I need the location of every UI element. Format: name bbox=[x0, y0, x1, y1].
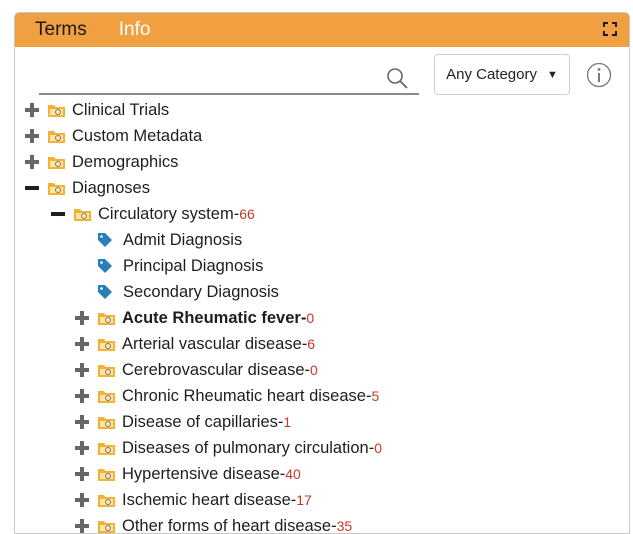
terms-panel: Terms Info Any Category ▼ Clinic bbox=[14, 12, 630, 534]
tree-item-diseases-of-pulmonary-circulation[interactable]: Diseases of pulmonary circulation - 0 bbox=[75, 435, 382, 461]
tree-item-label: Other forms of heart disease bbox=[122, 517, 331, 534]
collapse-minus-icon[interactable] bbox=[51, 207, 65, 221]
tree-leaf-admit-diagnosis[interactable]: Admit Diagnosis bbox=[97, 227, 242, 253]
term-count: 6 bbox=[307, 336, 315, 352]
term-count: 0 bbox=[310, 362, 318, 378]
collapse-minus-icon[interactable] bbox=[25, 181, 39, 195]
tab-info[interactable]: Info bbox=[113, 19, 157, 41]
expand-plus-icon[interactable] bbox=[75, 467, 89, 481]
info-icon[interactable] bbox=[586, 62, 612, 88]
folder-icon bbox=[97, 492, 116, 508]
expand-plus-icon[interactable] bbox=[75, 337, 89, 351]
tree-leaf-label: Admit Diagnosis bbox=[123, 231, 242, 250]
tree-item-cerebrovascular-disease[interactable]: Cerebrovascular disease - 0 bbox=[75, 357, 318, 383]
folder-icon bbox=[47, 180, 66, 196]
tree-item-label: Disease of capillaries bbox=[122, 413, 278, 432]
tree-item-label: Demographics bbox=[72, 153, 178, 172]
tree-item-label: Diagnoses bbox=[72, 179, 150, 198]
folder-icon bbox=[47, 128, 66, 144]
tree-item-label: Diseases of pulmonary circulation bbox=[122, 439, 369, 458]
tree-item-ischemic-heart-disease[interactable]: Ischemic heart disease - 17 bbox=[75, 487, 312, 513]
folder-icon bbox=[97, 388, 116, 404]
category-select-value: Any Category bbox=[446, 66, 537, 83]
search-input[interactable] bbox=[39, 63, 373, 93]
tree-item-label: Circulatory system bbox=[98, 205, 234, 224]
folder-icon bbox=[97, 310, 116, 326]
tree-item-demographics[interactable]: Demographics bbox=[25, 149, 178, 175]
tree-item-label: Custom Metadata bbox=[72, 127, 202, 146]
search-field bbox=[39, 63, 419, 95]
folder-icon bbox=[97, 440, 116, 456]
tree-item-label: Hypertensive disease bbox=[122, 465, 280, 484]
tree-item-custom-metadata[interactable]: Custom Metadata bbox=[25, 123, 202, 149]
folder-icon bbox=[97, 336, 116, 352]
expand-plus-icon[interactable] bbox=[75, 493, 89, 507]
expand-plus-icon[interactable] bbox=[75, 519, 89, 533]
folder-icon bbox=[47, 102, 66, 118]
term-count: 0 bbox=[374, 440, 382, 456]
term-count: 35 bbox=[337, 518, 353, 534]
tree-leaf-label: Secondary Diagnosis bbox=[123, 283, 279, 302]
expand-plus-icon[interactable] bbox=[75, 415, 89, 429]
expand-plus-icon[interactable] bbox=[25, 129, 39, 143]
tree-item-diagnoses[interactable]: Diagnoses bbox=[25, 175, 150, 201]
folder-icon bbox=[47, 154, 66, 170]
folder-icon bbox=[97, 518, 116, 534]
tag-icon bbox=[97, 284, 113, 300]
expand-plus-icon[interactable] bbox=[25, 155, 39, 169]
tree-item-label: Acute Rheumatic fever bbox=[122, 309, 301, 328]
tag-icon bbox=[97, 232, 113, 248]
tree-item-acute-rheumatic-fever[interactable]: Acute Rheumatic fever - 0 bbox=[75, 305, 314, 331]
expand-plus-icon[interactable] bbox=[75, 363, 89, 377]
caret-down-icon: ▼ bbox=[547, 69, 558, 81]
folder-icon bbox=[97, 414, 116, 430]
tree-leaf-secondary-diagnosis[interactable]: Secondary Diagnosis bbox=[97, 279, 279, 305]
search-icon[interactable] bbox=[385, 66, 409, 90]
tree-item-label: Clinical Trials bbox=[72, 101, 169, 120]
term-count: 5 bbox=[371, 388, 379, 404]
term-count: 1 bbox=[283, 414, 291, 430]
term-count: 66 bbox=[239, 206, 255, 222]
expand-plus-icon[interactable] bbox=[75, 441, 89, 455]
expand-plus-icon[interactable] bbox=[75, 389, 89, 403]
tree-item-circulatory-system[interactable]: Circulatory system - 66 bbox=[51, 201, 255, 227]
tree-item-disease-of-capillaries[interactable]: Disease of capillaries - 1 bbox=[75, 409, 291, 435]
tree-item-other-forms-of-heart-disease[interactable]: Other forms of heart disease - 35 bbox=[75, 513, 352, 534]
tag-icon bbox=[97, 258, 113, 274]
tree-leaf-label: Principal Diagnosis bbox=[123, 257, 263, 276]
panel-header: Terms Info bbox=[15, 13, 629, 47]
tree-item-chronic-rheumatic-heart-disease[interactable]: Chronic Rheumatic heart disease - 5 bbox=[75, 383, 379, 409]
tree-item-clinical-trials[interactable]: Clinical Trials bbox=[25, 97, 169, 123]
tab-terms[interactable]: Terms bbox=[29, 19, 93, 41]
expand-plus-icon[interactable] bbox=[75, 311, 89, 325]
category-select[interactable]: Any Category ▼ bbox=[434, 54, 570, 95]
expand-plus-icon[interactable] bbox=[25, 103, 39, 117]
folder-icon bbox=[97, 362, 116, 378]
tree-leaf-principal-diagnosis[interactable]: Principal Diagnosis bbox=[97, 253, 263, 279]
tree-item-label: Chronic Rheumatic heart disease bbox=[122, 387, 366, 406]
tree-item-label: Arterial vascular disease bbox=[122, 335, 302, 354]
folder-icon bbox=[97, 466, 116, 482]
tree-item-label: Cerebrovascular disease bbox=[122, 361, 305, 380]
expand-icon[interactable] bbox=[603, 22, 617, 36]
term-count: 40 bbox=[285, 466, 301, 482]
folder-icon bbox=[73, 206, 92, 222]
term-count: 17 bbox=[296, 492, 312, 508]
tree-item-label: Ischemic heart disease bbox=[122, 491, 291, 510]
term-count: 0 bbox=[306, 310, 314, 326]
tree-item-hypertensive-disease[interactable]: Hypertensive disease - 40 bbox=[75, 461, 301, 487]
tree-item-arterial-vascular-disease[interactable]: Arterial vascular disease - 6 bbox=[75, 331, 315, 357]
